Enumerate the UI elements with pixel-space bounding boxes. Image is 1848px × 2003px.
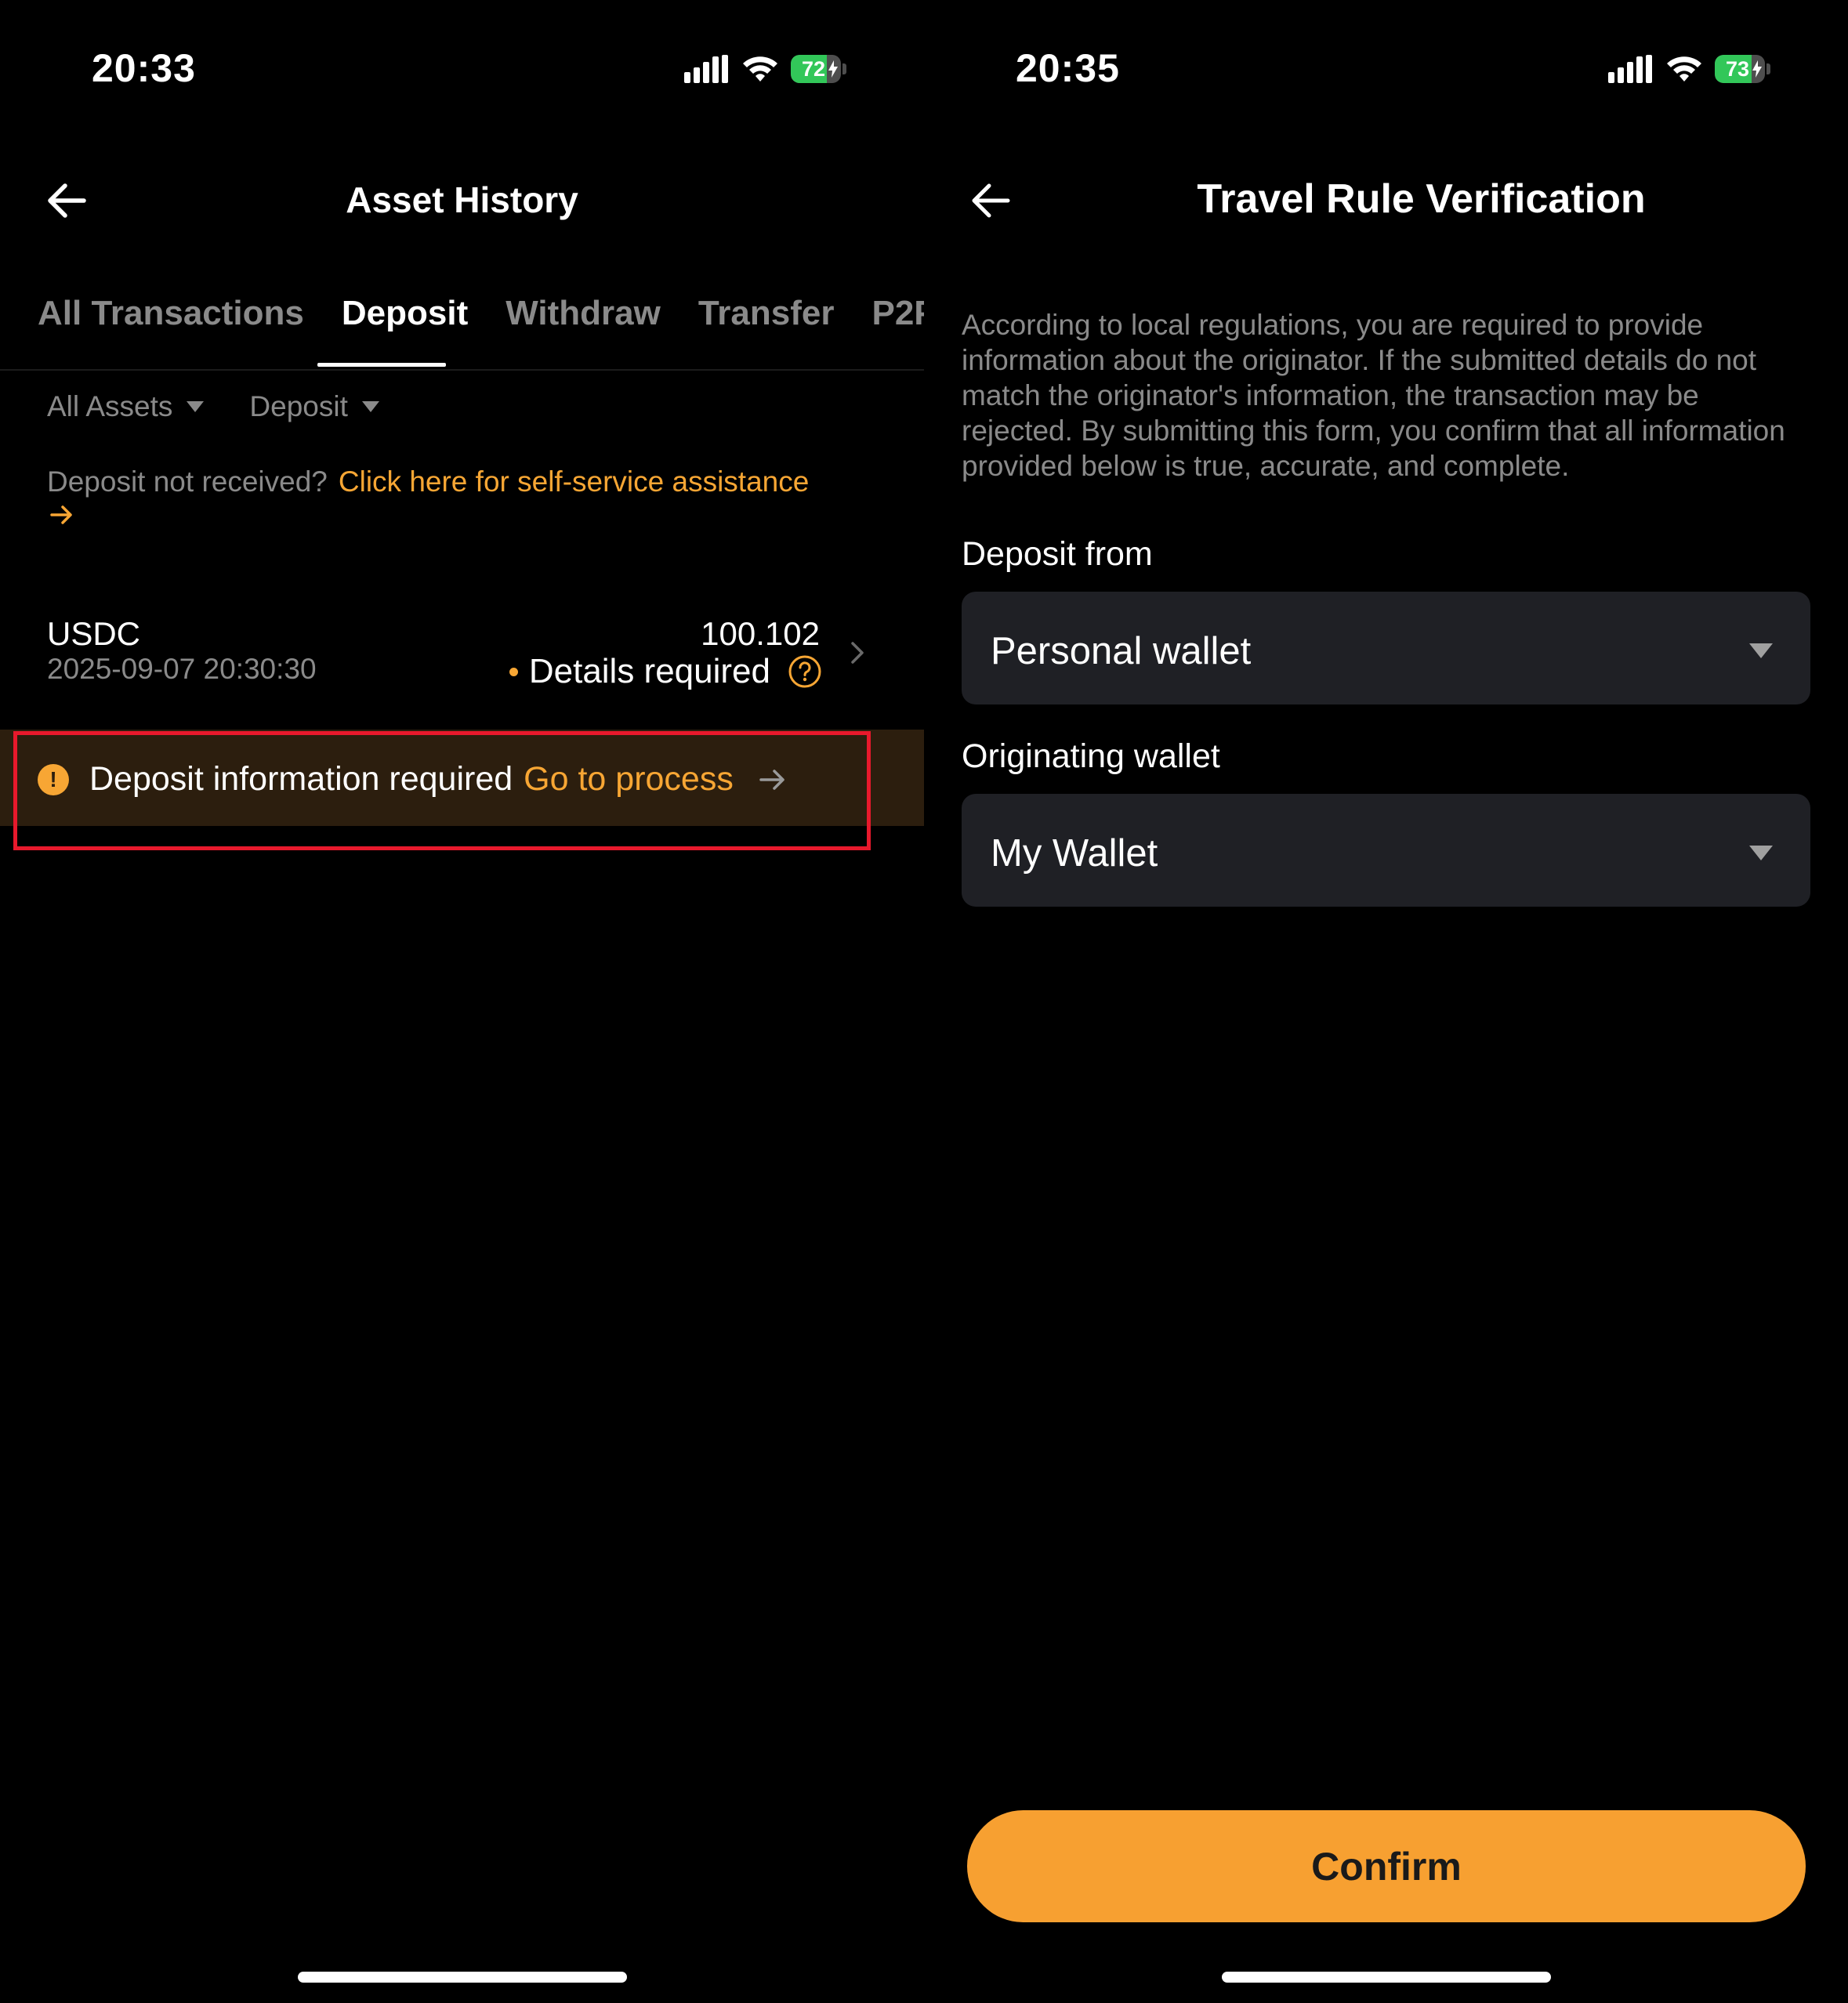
asset-filter-label: All Assets [47,390,173,422]
status-dot [509,667,518,676]
asset-filter-dropdown[interactable]: All Assets [47,390,205,423]
originating-wallet-label: Originating wallet [962,737,1220,775]
transaction-status-label: Details required [528,652,770,690]
transaction-asset: USDC [47,615,141,652]
tab-p2p[interactable]: P2P [871,294,924,333]
highlight-box [13,731,871,850]
tab-transfer[interactable]: Transfer [698,294,835,333]
wifi-icon [1667,56,1701,81]
arrow-right-icon[interactable] [49,502,75,528]
tab-withdraw[interactable]: Withdraw [505,294,661,333]
home-indicator [298,1972,627,1983]
status-icons: 73 [1608,52,1770,86]
chevron-right-icon[interactable] [846,639,868,667]
confirm-button[interactable]: Confirm [967,1810,1806,1922]
caret-down-icon [1749,846,1773,860]
question-circle-icon[interactable] [788,654,822,689]
battery-icon: 73 [1715,55,1765,83]
page-title: Asset History [346,179,578,220]
cellular-signal-icon [684,55,730,83]
originating-wallet-select[interactable]: My Wallet [962,794,1810,907]
deposit-from-label: Deposit from [962,535,1153,573]
tab-bar: All Transactions Deposit Withdraw Transf… [38,294,924,333]
status-icons: 72 [684,52,846,86]
tab-deposit[interactable]: Deposit [342,294,468,333]
page-title: Travel Rule Verification [1197,176,1646,222]
deposit-help-notice: Deposit not received? Click here for self… [47,464,893,500]
battery-icon: 72 [791,55,841,83]
travel-rule-verification-screen: 20:35 73 Travel Rule Verification Accord… [924,0,1848,2003]
tab-all-transactions[interactable]: All Transactions [38,294,304,333]
originating-wallet-value: My Wallet [991,832,1158,875]
deposit-from-select[interactable]: Personal wallet [962,592,1810,704]
caret-down-icon [187,401,205,412]
filter-bar: All Assets Deposit [47,390,425,423]
type-filter-label: Deposit [249,390,348,422]
caret-down-icon [1749,643,1773,658]
home-indicator [1222,1972,1551,1983]
regulation-description: According to local regulations, you are … [962,309,1785,482]
type-filter-dropdown[interactable]: Deposit [249,390,379,423]
active-tab-indicator [317,363,446,367]
self-service-link[interactable]: Click here for self-service assistance [339,465,809,498]
transaction-amount: 100.102 [701,615,820,652]
asset-history-screen: 20:33 72 Asset History All Transactions … [0,0,924,2003]
notice-text: Deposit not received? [47,465,328,498]
transaction-date: 2025-09-07 20:30:30 [47,653,317,685]
caret-down-icon [361,401,379,412]
status-time: 20:35 [1016,46,1120,90]
status-time: 20:33 [92,46,196,90]
wifi-icon [743,56,777,81]
tab-divider [0,369,924,371]
cellular-signal-icon [1608,55,1654,83]
transaction-status: Details required [509,652,822,691]
deposit-from-value: Personal wallet [991,630,1252,672]
